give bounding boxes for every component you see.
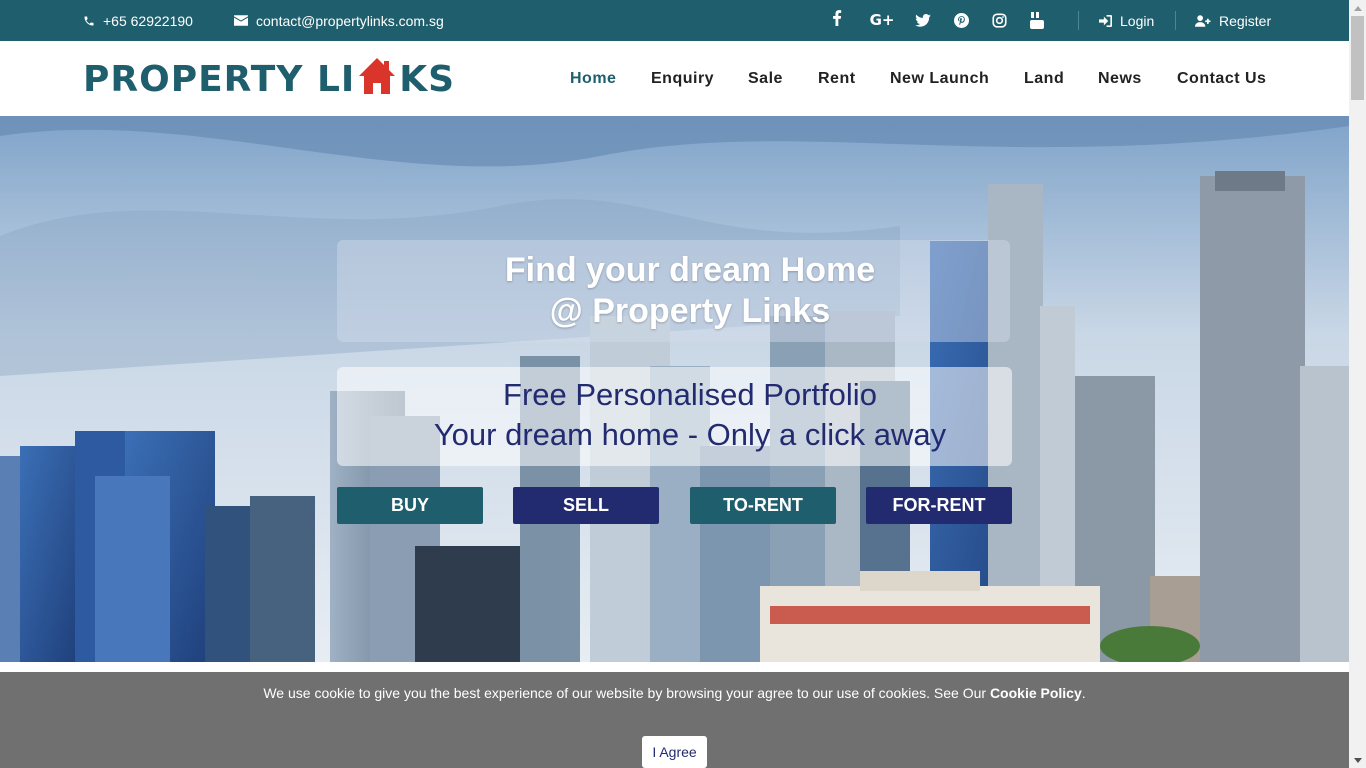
nav-news[interactable]: News [1098,70,1142,88]
login-label: Login [1120,12,1155,29]
scroll-down-arrow-icon[interactable] [1349,752,1366,768]
nav-contact-us[interactable]: Contact Us [1177,70,1266,88]
nav-enquiry[interactable]: Enquiry [651,70,714,88]
sign-in-icon [1099,14,1112,27]
facebook-icon[interactable] [832,10,852,30]
buy-button[interactable]: BUY [337,487,483,524]
divider [1078,11,1079,30]
register-link[interactable]: Register [1195,0,1271,41]
google-plus-icon[interactable]: G+ [870,10,895,30]
nav-sale[interactable]: Sale [748,70,783,88]
nav-new-launch[interactable]: New Launch [890,70,989,88]
cookie-period: . [1081,685,1086,701]
hero-banner: Find your dream Home @ Property Links Fr… [0,116,1349,662]
register-label: Register [1219,12,1272,29]
agree-button[interactable]: I Agree [642,736,707,768]
phone-icon [84,16,94,25]
hero-subtitle: Free Personalised Portfolio Your dream h… [337,375,1043,455]
twitter-icon[interactable] [913,10,933,30]
cookie-text: We use cookie to give you the best exper… [263,685,990,701]
user-plus-icon [1195,14,1211,27]
cookie-consent-bar: We use cookie to give you the best exper… [0,672,1349,768]
email-contact[interactable]: contact@propertylinks.com.sg [234,0,444,41]
hero-title: Find your dream Home @ Property Links [337,250,1043,332]
envelope-icon [234,15,248,26]
logo-text-right: KS [399,59,456,100]
logo-text-left: PROPERTY LI [83,59,356,100]
cookie-policy-link[interactable]: Cookie Policy [990,685,1082,701]
sell-button[interactable]: SELL [513,487,659,524]
nav-land[interactable]: Land [1024,70,1064,88]
hero-subtitle-line2: Your dream home - Only a click away [433,417,947,452]
phone-number: +65 62922190 [103,12,193,29]
to-rent-button[interactable]: TO-RENT [690,487,836,524]
divider [1175,11,1176,30]
for-rent-button[interactable]: FOR-RENT [866,487,1012,524]
site-logo[interactable]: PROPERTY LI KS [83,58,456,101]
hero-subtitle-line1: Free Personalised Portfolio [503,377,877,412]
nav-home[interactable]: Home [570,70,616,88]
login-link[interactable]: Login [1099,0,1154,41]
hero-title-line2: @ Property Links [549,292,831,330]
youtube-icon[interactable] [1027,10,1047,30]
phone-contact[interactable]: +65 62922190 [83,0,193,41]
nav-rent[interactable]: Rent [818,70,856,88]
house-icon [359,58,396,94]
cookie-message: We use cookie to give you the best exper… [0,685,1349,701]
top-bar: +65 62922190 contact@propertylinks.com.s… [0,0,1349,41]
hero-title-line1: Find your dream Home [504,251,876,289]
scrollbar-thumb[interactable] [1351,16,1364,100]
page-scrollbar[interactable] [1349,0,1366,768]
instagram-icon[interactable] [989,10,1009,30]
scroll-up-arrow-icon[interactable] [1349,0,1366,16]
email-address: contact@propertylinks.com.sg [256,12,444,29]
pinterest-icon[interactable] [951,10,971,30]
main-navbar: PROPERTY LI KS Home Enquiry Sale Rent Ne… [0,41,1349,116]
